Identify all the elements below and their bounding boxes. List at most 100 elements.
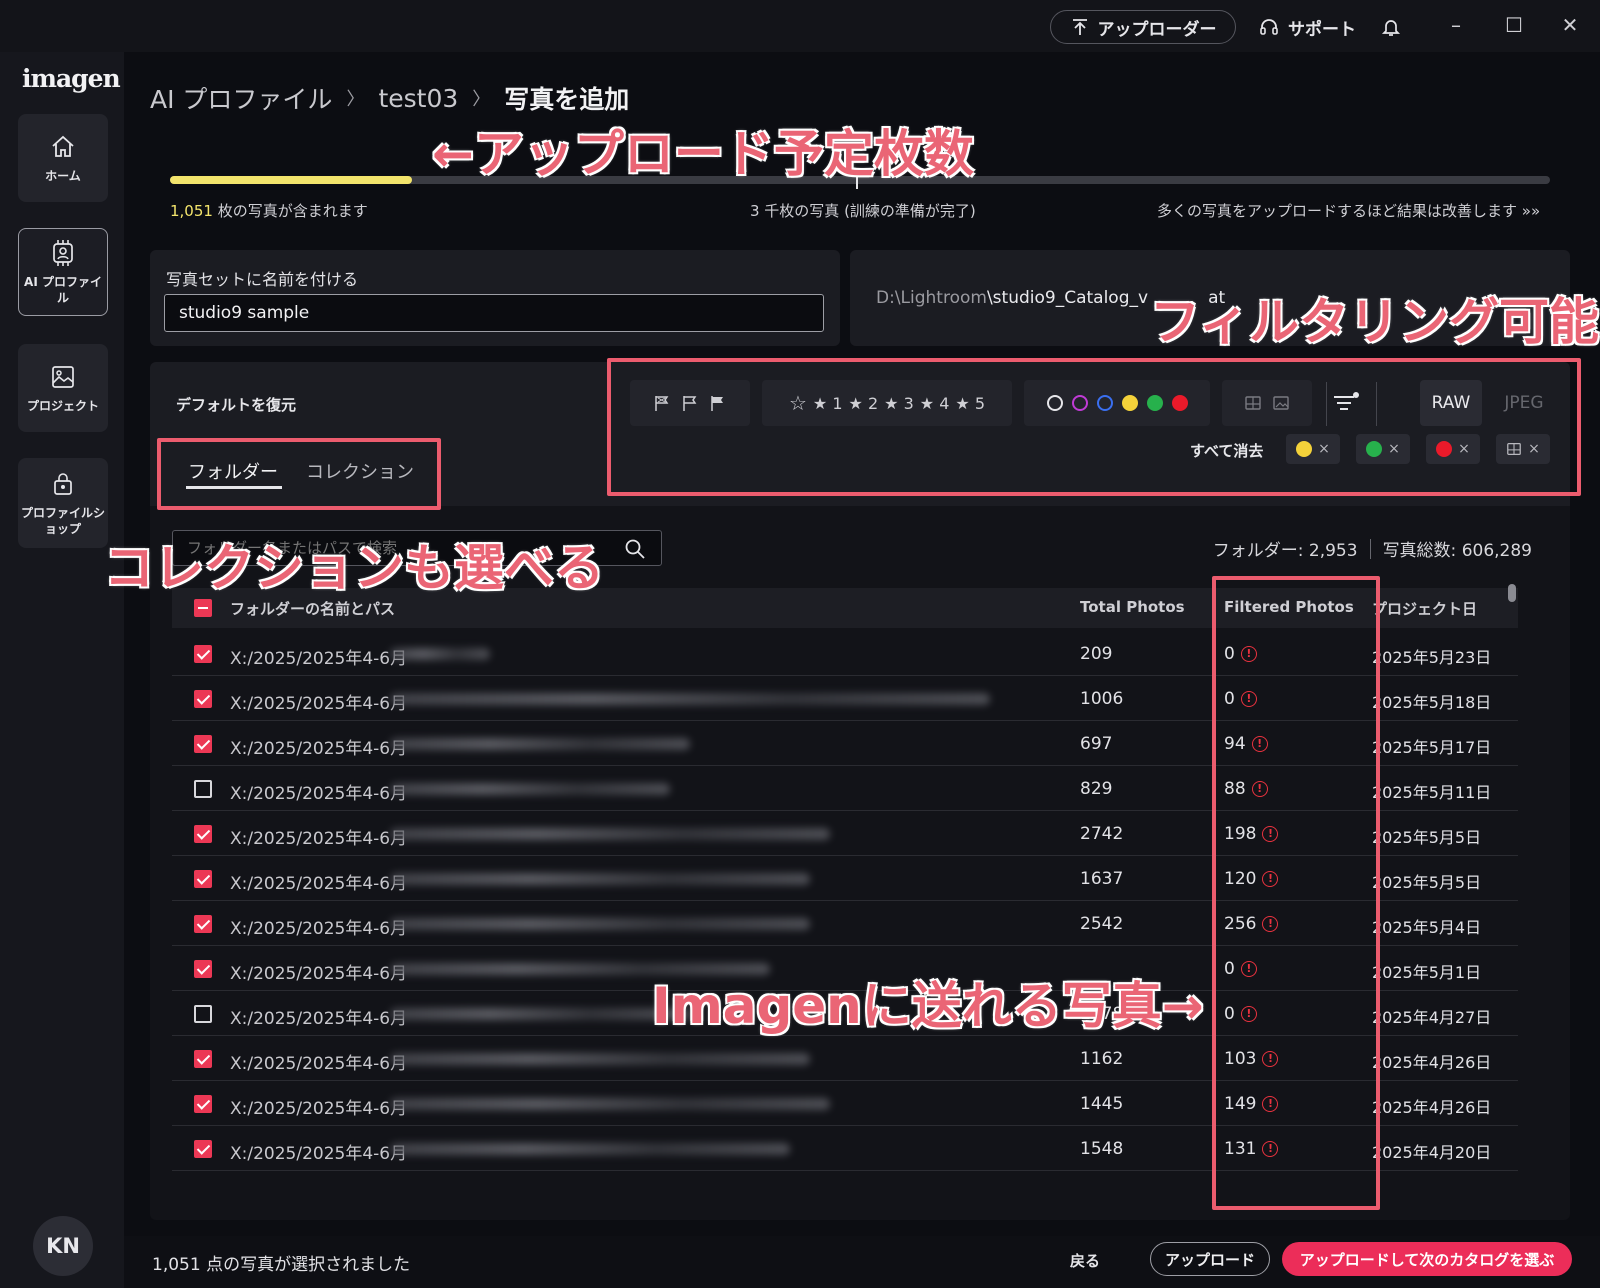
notification-bell-button[interactable] [1380,10,1402,44]
clear-all-filters-button[interactable]: すべて消去 [1190,440,1263,461]
minimize-button[interactable]: – [1436,8,1476,42]
star-5-filter[interactable]: ★ 5 [955,394,985,413]
active-filter-chip-green[interactable]: × [1356,434,1410,464]
table-row[interactable]: X:/2025/2025年4-6月 1445 149! 2025年4月26日 [172,1082,1518,1126]
color-yellow-filter[interactable] [1121,395,1138,411]
remove-chip-icon[interactable]: × [1388,441,1400,457]
active-filter-chip-edited[interactable]: × [1496,434,1550,464]
edited-photo-icon[interactable] [1244,394,1262,412]
jpeg-filter-button[interactable]: JPEG [1490,380,1558,426]
row-checkbox[interactable] [194,915,212,933]
warning-icon[interactable]: ! [1251,736,1268,752]
folder-path: X:/2025/2025年4-6月 [230,1054,408,1074]
row-checkbox[interactable] [194,1005,212,1023]
row-checkbox[interactable] [194,960,212,978]
table-row[interactable]: X:/2025/2025年4-6月 1548 131! 2025年4月20日 [172,1127,1518,1171]
color-red-filter[interactable] [1171,395,1188,411]
photoset-name-input[interactable] [164,294,824,332]
support-label: サポート [1288,19,1356,40]
scrollbar-thumb[interactable] [1508,584,1516,602]
color-none-filter[interactable] [1046,395,1063,411]
tab-folder[interactable]: フォルダー [188,458,278,484]
app-logo[interactable]: imagen [22,64,121,93]
sidebar-item-project[interactable]: プロジェクト [18,344,108,432]
filtered-photos: 256! [1224,914,1279,934]
tab-collection[interactable]: コレクション [306,458,414,484]
warning-icon[interactable]: ! [1262,1141,1279,1157]
warning-icon[interactable]: ! [1240,961,1257,977]
sort-filter-icon[interactable] [1328,388,1362,418]
support-button[interactable]: サポート [1258,10,1356,44]
warning-icon[interactable]: ! [1262,826,1279,842]
color-green-filter[interactable] [1146,395,1163,411]
maximize-button[interactable]: ☐ [1494,8,1534,42]
warning-icon[interactable]: ! [1262,871,1279,887]
uploader-button[interactable]: アップローダー [1050,10,1236,44]
column-header-date[interactable]: プロジェクト日 [1372,598,1477,619]
back-button[interactable]: 戻る [1070,1250,1100,1271]
restore-default-button[interactable]: デフォルトを復元 [176,394,296,415]
flag-picked-icon[interactable] [709,394,727,412]
color-blue-filter[interactable] [1096,395,1113,411]
flag-unflagged-icon[interactable] [681,394,699,412]
row-checkbox[interactable] [194,1050,212,1068]
upload-button[interactable]: アップロード [1150,1242,1270,1276]
more-photos-hint[interactable]: 多くの写真をアップロードするほど結果は改善します »» [1157,200,1540,221]
row-checkbox[interactable] [194,825,212,843]
active-filter-chip-yellow[interactable]: × [1286,434,1340,464]
home-icon [52,135,74,157]
table-row[interactable]: X:/2025/2025年4-6月 209 0! 2025年5月23日 [172,632,1518,676]
unedited-photo-icon[interactable] [1272,394,1290,412]
select-all-checkbox[interactable] [194,599,212,617]
sidebar-item-ai-profile[interactable]: AI プロファイル [18,228,108,316]
breadcrumb-test03[interactable]: test03 [378,84,458,113]
search-icon[interactable] [624,538,646,560]
warning-icon[interactable]: ! [1262,1051,1279,1067]
column-header-filtered[interactable]: Filtered Photos [1224,598,1354,616]
upload-progress-fill [170,176,412,184]
row-checkbox[interactable] [194,780,212,798]
table-row[interactable]: X:/2025/2025年4-6月 697 94! 2025年5月17日 [172,722,1518,766]
warning-icon[interactable]: ! [1240,691,1257,707]
avatar[interactable]: KN [33,1216,93,1276]
remove-chip-icon[interactable]: × [1458,441,1470,457]
warning-icon[interactable]: ! [1262,916,1279,932]
table-row[interactable]: X:/2025/2025年4-6月 1162 103! 2025年4月26日 [172,1037,1518,1081]
project-date: 2025年4月27日 [1372,1008,1492,1027]
table-row[interactable]: X:/2025/2025年4-6月 1006 0! 2025年5月18日 [172,677,1518,721]
star-1-filter[interactable]: ★ 1 [813,394,843,413]
upload-and-next-catalog-button[interactable]: アップロードして次のカタログを選ぶ [1282,1242,1572,1276]
row-checkbox[interactable] [194,1095,212,1113]
table-row[interactable]: X:/2025/2025年4-6月 829 88! 2025年5月11日 [172,767,1518,811]
row-checkbox[interactable] [194,690,212,708]
close-button[interactable]: ✕ [1550,8,1590,42]
raw-filter-button[interactable]: RAW [1420,380,1482,426]
star-outline-icon[interactable]: ☆ [789,391,807,415]
breadcrumb-ai-profile[interactable]: AI プロファイル [150,80,332,116]
row-checkbox[interactable] [194,735,212,753]
row-checkbox[interactable] [194,645,212,663]
remove-chip-icon[interactable]: × [1528,441,1540,457]
star-2-filter[interactable]: ★ 2 [849,394,879,413]
flag-any-icon[interactable] [653,394,671,412]
warning-icon[interactable]: ! [1240,1006,1257,1022]
table-row[interactable]: X:/2025/2025年4-6月 2742 198! 2025年5月5日 [172,812,1518,856]
row-checkbox[interactable] [194,1140,212,1158]
table-row[interactable]: X:/2025/2025年4-6月 2542 256! 2025年5月4日 [172,902,1518,946]
sidebar-item-profile-shop[interactable]: プロファイルショップ [18,458,108,548]
sidebar-item-home[interactable]: ホーム [18,114,108,202]
column-header-name[interactable]: フォルダーの名前とパス [230,598,395,619]
warning-icon[interactable]: ! [1262,1096,1279,1112]
remove-chip-icon[interactable]: × [1318,441,1330,457]
row-checkbox[interactable] [194,870,212,888]
total-photos: 1006 [1080,689,1124,709]
warning-icon[interactable]: ! [1240,646,1257,662]
star-3-filter[interactable]: ★ 3 [884,394,914,413]
active-filter-chip-red[interactable]: × [1426,434,1480,464]
color-purple-filter[interactable] [1071,395,1088,411]
table-row[interactable]: X:/2025/2025年4-6月 1637 120! 2025年5月5日 [172,857,1518,901]
column-header-total[interactable]: Total Photos [1080,598,1185,616]
star-4-filter[interactable]: ★ 4 [920,394,950,413]
warning-icon[interactable]: ! [1251,781,1268,797]
folder-list-panel: フォルダー: 2,953 写真総数: 606,289 フォルダーの名前とパス T… [150,506,1570,1220]
